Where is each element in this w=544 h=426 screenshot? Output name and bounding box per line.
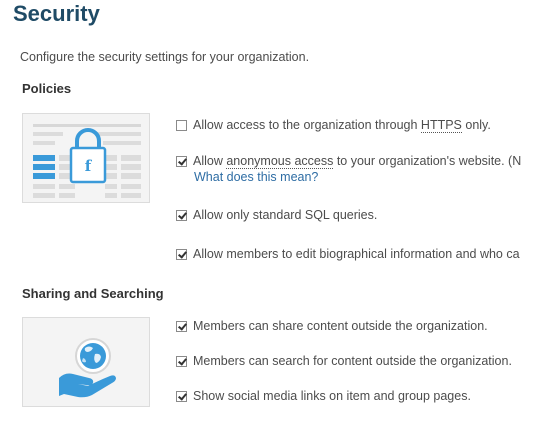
option-anonymous-access[interactable]: Allow anonymous access to your organizat… — [176, 153, 521, 169]
sharing-heading: Sharing and Searching — [22, 286, 164, 301]
edit-bio-checkbox[interactable] — [176, 248, 187, 260]
anonymous-access-label: Allow anonymous access to your organizat… — [193, 154, 522, 169]
option-edit-bio[interactable]: Allow members to edit biographical infor… — [176, 246, 520, 262]
option-search-outside[interactable]: Members can search for content outside t… — [176, 353, 512, 369]
page-title: Security — [13, 1, 100, 26]
search-outside-checkbox[interactable] — [176, 355, 187, 367]
page-description: Configure the security settings for your… — [20, 50, 310, 64]
option-share-outside[interactable]: Members can share content outside the or… — [176, 318, 488, 334]
search-outside-label: Members can search for content outside t… — [193, 354, 512, 368]
edit-bio-label: Allow members to edit biographical infor… — [193, 247, 520, 261]
option-https-only[interactable]: Allow access to the organization through… — [176, 117, 491, 133]
lock-document-icon: f — [23, 114, 149, 202]
anonymous-access-checkbox[interactable] — [176, 155, 187, 167]
social-media-links-checkbox[interactable] — [176, 390, 187, 402]
standard-sql-checkbox[interactable] — [176, 209, 187, 221]
option-social-media-links[interactable]: Show social media links on item and grou… — [176, 388, 471, 404]
policies-illustration: f — [22, 113, 150, 203]
share-outside-label: Members can share content outside the or… — [193, 319, 488, 333]
what-does-this-mean-link[interactable]: What does this mean? — [194, 169, 318, 185]
https-only-checkbox[interactable] — [176, 119, 187, 131]
policies-heading: Policies — [22, 81, 72, 96]
globe-in-hand-icon — [23, 318, 149, 406]
sharing-illustration — [22, 317, 150, 407]
option-standard-sql[interactable]: Allow only standard SQL queries. — [176, 207, 377, 223]
social-media-links-label: Show social media links on item and grou… — [193, 389, 471, 403]
https-only-label: Allow access to the organization through… — [193, 118, 491, 133]
standard-sql-label: Allow only standard SQL queries. — [193, 208, 378, 222]
share-outside-checkbox[interactable] — [176, 320, 187, 332]
